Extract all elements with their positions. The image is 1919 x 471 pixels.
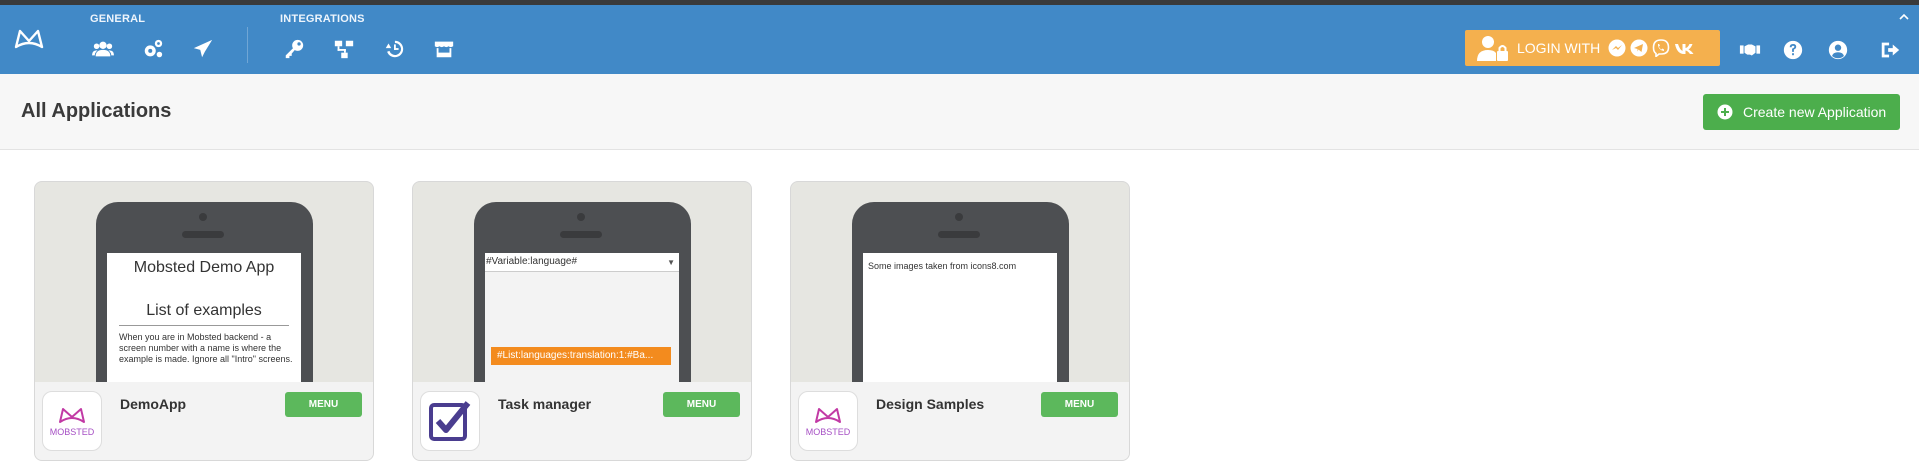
app-card-footer: MOBSTED Design Samples MENU (791, 382, 1129, 460)
plus-circle-icon (1717, 104, 1733, 120)
phone-preview: #Variable:language# ▼ #List:languages:tr… (474, 202, 691, 382)
nav-group-integrations: INTEGRATIONS (280, 13, 365, 25)
login-with-label: LOGIN WITH (1517, 40, 1601, 56)
create-new-application-button[interactable]: Create new Application (1703, 94, 1900, 130)
chevron-down-icon: ▼ (667, 258, 675, 267)
phone-preview: Mobsted Demo App List of examples When y… (96, 202, 313, 382)
users-icon[interactable] (89, 36, 117, 62)
nav-group-general: GENERAL (90, 13, 146, 25)
mobsted-logo-icon[interactable] (14, 27, 44, 53)
sitemap-icon[interactable] (330, 36, 358, 62)
app-card-footer: MOBSTED DemoApp MENU (35, 382, 373, 460)
cogs-icon[interactable] (139, 36, 167, 62)
send-icon[interactable] (189, 36, 217, 62)
phone-speaker (938, 231, 980, 238)
key-icon[interactable] (280, 36, 308, 62)
app-card-demoapp[interactable]: Mobsted Demo App List of examples When y… (34, 181, 374, 461)
login-with-button[interactable]: LOGIN WITH (1465, 30, 1720, 66)
phone-preview: Some images taken from icons8.com (852, 202, 1069, 382)
user-lock-icon (1477, 36, 1508, 61)
create-new-application-label: Create new Application (1743, 104, 1887, 120)
messenger-icon[interactable] (1608, 39, 1626, 57)
checkbox-icon (420, 391, 480, 451)
collapse-caret-icon[interactable] (1899, 13, 1909, 21)
app-menu-button[interactable]: MENU (663, 392, 740, 417)
app-menu-button[interactable]: MENU (1041, 392, 1118, 417)
history-icon[interactable] (380, 36, 408, 62)
phone-screen: #Variable:language# ▼ #List:languages:tr… (485, 253, 679, 382)
top-navbar: GENERAL INTEGRATIONS LOGIN WITH (0, 5, 1919, 74)
preview-divider (119, 325, 289, 326)
preview-language-select: #Variable:language# ▼ (485, 253, 679, 272)
mobsted-logo-icon: MOBSTED (798, 391, 858, 451)
handshake-icon[interactable] (1737, 37, 1763, 63)
app-card-footer: Task manager MENU (413, 382, 751, 460)
logout-icon[interactable] (1877, 37, 1903, 63)
store-icon[interactable] (430, 36, 458, 62)
page-title: All Applications (21, 100, 172, 122)
app-card-task-manager[interactable]: #Variable:language# ▼ #List:languages:tr… (412, 181, 752, 461)
phone-camera (955, 213, 963, 221)
preview-body-text: When you are in Mobsted backend - a scre… (119, 332, 293, 364)
preview-text: Some images taken from icons8.com (868, 261, 1017, 271)
preview-content-area (485, 272, 679, 382)
app-card-design-samples[interactable]: Some images taken from icons8.com MOBSTE… (790, 181, 1130, 461)
help-icon[interactable] (1780, 37, 1806, 63)
phone-camera (577, 213, 585, 221)
phone-speaker (560, 231, 602, 238)
viber-icon[interactable] (1652, 39, 1670, 57)
page-header: All Applications Create new Application (0, 74, 1919, 150)
account-icon[interactable] (1825, 37, 1851, 63)
app-menu-button[interactable]: MENU (285, 392, 362, 417)
preview-select-value: #Variable:language# (486, 256, 578, 267)
preview-orange-button: #List:languages:translation:1:#Ba... (491, 347, 671, 365)
app-name[interactable]: Task manager (498, 396, 591, 412)
phone-screen: Mobsted Demo App List of examples When y… (107, 253, 301, 382)
preview-subtitle: List of examples (146, 302, 262, 319)
nav-divider (247, 27, 248, 63)
phone-speaker (182, 231, 224, 238)
mobsted-logo-icon: MOBSTED (42, 391, 102, 451)
phone-camera (199, 213, 207, 221)
telegram-icon[interactable] (1630, 39, 1648, 57)
app-icon-text: MOBSTED (806, 427, 851, 437)
app-name[interactable]: Design Samples (876, 396, 984, 412)
phone-screen: Some images taken from icons8.com (863, 253, 1057, 382)
app-icon-text: MOBSTED (50, 427, 95, 437)
vk-icon[interactable] (1674, 39, 1696, 57)
preview-title: Mobsted Demo App (133, 259, 275, 276)
app-name[interactable]: DemoApp (120, 396, 186, 412)
